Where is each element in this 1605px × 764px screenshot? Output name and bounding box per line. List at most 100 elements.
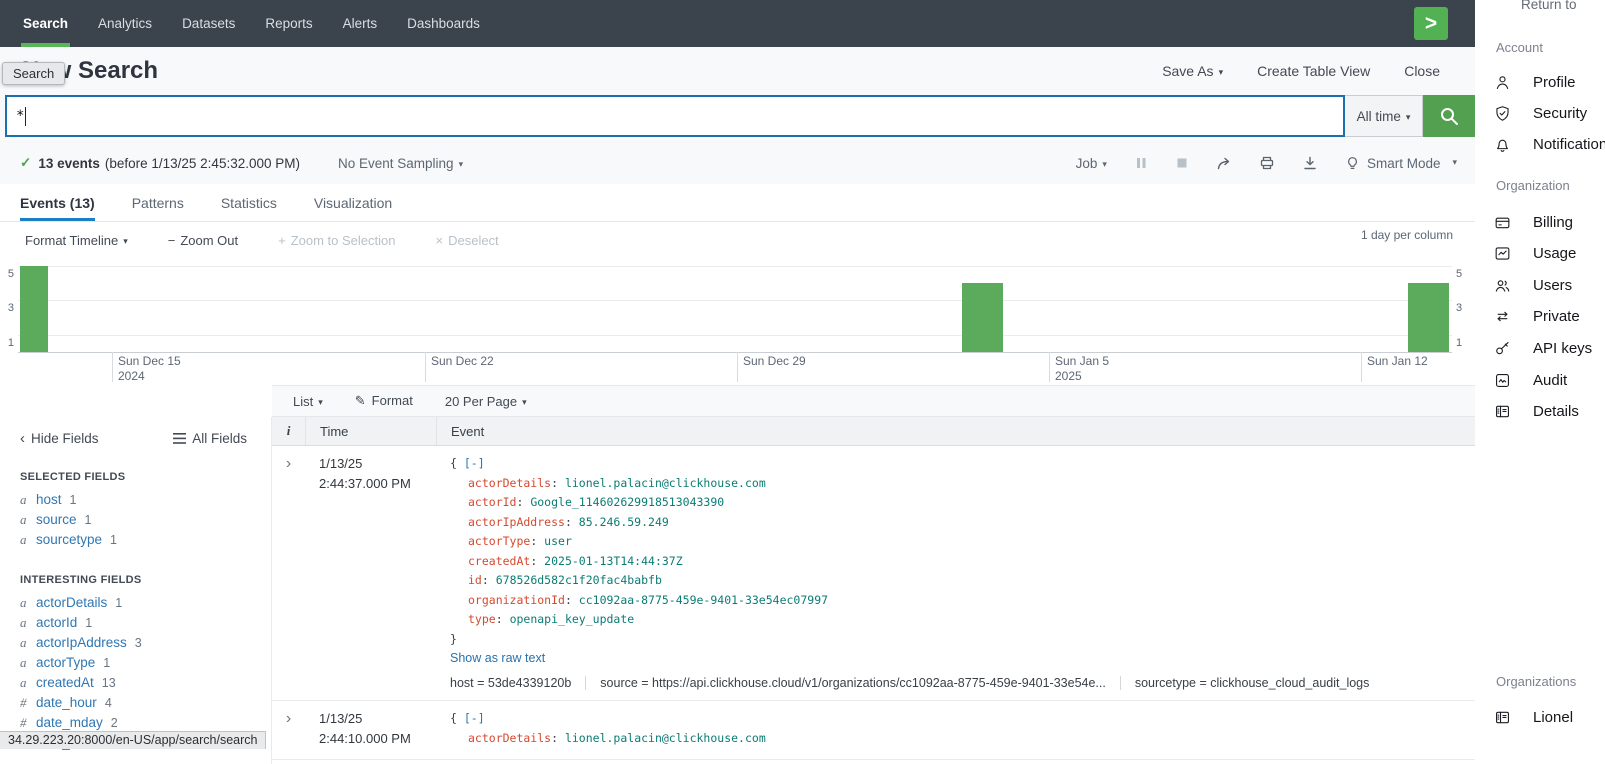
json-key: organizationId xyxy=(468,593,565,607)
print-button[interactable] xyxy=(1259,155,1275,171)
histogram-bar[interactable] xyxy=(962,283,1003,352)
settings-item-label: Security xyxy=(1533,105,1587,122)
field-row: asourcetype1 xyxy=(0,530,271,550)
event-meta-source[interactable]: source = https://api.clickhouse.cloud/v1… xyxy=(585,676,1120,690)
shield-icon xyxy=(1493,104,1512,123)
nav-item-alerts[interactable]: Alerts xyxy=(328,0,393,47)
event-meta-host[interactable]: host = 53de4339120b xyxy=(450,676,585,690)
list-view-dropdown[interactable]: List xyxy=(293,394,323,409)
hide-fields-button[interactable]: Hide Fields xyxy=(20,430,99,447)
timeline-scale-note: 1 day per column xyxy=(1361,228,1453,242)
return-to-link[interactable]: Return to xyxy=(1521,0,1577,12)
settings-item-security[interactable]: Security xyxy=(1493,101,1587,125)
event-sampling-dropdown[interactable]: No Event Sampling xyxy=(338,156,463,171)
nav-item-dashboards[interactable]: Dashboards xyxy=(392,0,495,47)
field-link-actorid[interactable]: actorId xyxy=(36,615,77,631)
field-link-createdat[interactable]: createdAt xyxy=(36,675,94,691)
field-link-sourcetype[interactable]: sourcetype xyxy=(36,532,102,548)
field-link-actortype[interactable]: actorType xyxy=(36,655,95,671)
search-query-text: * xyxy=(16,108,24,124)
settings-item-lionel[interactable]: Lionel xyxy=(1493,705,1573,729)
usage-icon xyxy=(1493,244,1512,263)
clickhouse-settings-panel: Return to AccountProfileSecurityNotifica… xyxy=(1475,0,1605,764)
search-button[interactable] xyxy=(1423,95,1475,137)
event-expand-toggle[interactable]: › xyxy=(272,454,305,690)
settings-item-profile[interactable]: Profile xyxy=(1493,70,1576,94)
x-axis-label-line: 2025 xyxy=(1055,369,1109,384)
format-timeline-dropdown[interactable]: Format Timeline xyxy=(25,233,128,248)
event-expand-toggle[interactable]: › xyxy=(272,709,305,749)
settings-item-notifications[interactable]: Notifications xyxy=(1493,132,1605,156)
json-field-line: type: openapi_key_update xyxy=(450,610,1475,630)
pause-button[interactable] xyxy=(1134,156,1148,170)
settings-item-billing[interactable]: Billing xyxy=(1493,210,1573,234)
stop-button[interactable] xyxy=(1175,156,1189,170)
event-date: 1/13/25 xyxy=(319,709,436,729)
zoom-out-button[interactable]: Zoom Out xyxy=(168,233,238,248)
export-download-button[interactable] xyxy=(1302,155,1318,171)
field-link-date-hour[interactable]: date_hour xyxy=(36,695,97,711)
search-input[interactable]: * xyxy=(5,95,1345,137)
settings-item-api-keys[interactable]: API keys xyxy=(1493,336,1592,360)
histogram-bar[interactable] xyxy=(20,266,48,352)
field-link-date-mday[interactable]: date_mday xyxy=(36,715,103,731)
all-fields-button[interactable]: All Fields xyxy=(173,430,247,447)
json-key: createdAt xyxy=(468,554,530,568)
y-axis-label: 3 xyxy=(1456,302,1470,314)
histogram-bar[interactable] xyxy=(1408,283,1449,352)
settings-item-label: Billing xyxy=(1533,214,1573,231)
save-as-button[interactable]: Save As xyxy=(1162,63,1223,79)
share-button[interactable] xyxy=(1216,156,1232,171)
deselect-button[interactable]: Deselect xyxy=(436,233,499,248)
json-colon: : xyxy=(496,612,510,626)
field-type-icon: a xyxy=(20,675,28,691)
x-axis-label: Sun Jan 12 xyxy=(1367,354,1428,369)
settings-item-usage[interactable]: Usage xyxy=(1493,241,1576,265)
field-type-icon: # xyxy=(20,715,28,731)
json-collapse-toggle[interactable]: [-] xyxy=(464,711,485,725)
field-type-icon: a xyxy=(20,635,28,651)
event-meta-sourcetype[interactable]: sourcetype = clickhouse_cloud_audit_logs xyxy=(1120,676,1384,690)
audit-icon xyxy=(1493,371,1512,390)
settings-item-label: API keys xyxy=(1533,340,1592,357)
event-date: 1/13/25 xyxy=(319,454,436,474)
json-key: id xyxy=(468,573,482,587)
format-timeline-label: Format Timeline xyxy=(25,233,118,248)
settings-item-audit[interactable]: Audit xyxy=(1493,368,1567,392)
event-sampling-label: No Event Sampling xyxy=(338,156,454,171)
json-colon: : xyxy=(516,495,530,509)
nav-item-analytics[interactable]: Analytics xyxy=(83,0,167,47)
field-link-source[interactable]: source xyxy=(36,512,77,528)
zoom-to-selection-button[interactable]: Zoom to Selection xyxy=(278,233,395,248)
settings-item-private[interactable]: Private xyxy=(1493,304,1580,328)
user-icon xyxy=(1493,73,1512,92)
json-collapse-toggle[interactable]: [-] xyxy=(464,456,485,470)
time-range-label: All time xyxy=(1357,109,1411,124)
create-table-view-button[interactable]: Create Table View xyxy=(1257,63,1370,79)
tab-patterns[interactable]: Patterns xyxy=(132,184,184,221)
job-menu-dropdown[interactable]: Job xyxy=(1076,156,1107,171)
field-link-actordetails[interactable]: actorDetails xyxy=(36,595,107,611)
field-type-icon: a xyxy=(20,532,28,548)
json-value: cc1092aa-8775-459e-9401-33e54ec07997 xyxy=(579,593,828,607)
tab-visualization[interactable]: Visualization xyxy=(314,184,392,221)
json-colon: : xyxy=(551,476,565,490)
smart-mode-dropdown[interactable]: Smart Mode xyxy=(1345,156,1457,171)
nav-item-search[interactable]: Search xyxy=(8,0,83,47)
settings-item-users[interactable]: Users xyxy=(1493,273,1572,297)
close-button[interactable]: Close xyxy=(1404,63,1440,79)
tab-events-13[interactable]: Events (13) xyxy=(20,184,95,221)
format-results-button[interactable]: Format xyxy=(355,393,413,409)
per-page-dropdown[interactable]: 20 Per Page xyxy=(445,394,527,409)
field-row: ahost1 xyxy=(0,490,271,510)
time-range-picker[interactable]: All time xyxy=(1345,95,1423,137)
settings-item-details[interactable]: Details xyxy=(1493,399,1579,423)
field-link-host[interactable]: host xyxy=(36,492,62,508)
show-raw-text-link[interactable]: Show as raw text xyxy=(450,651,545,665)
field-link-actoripaddress[interactable]: actorIpAddress xyxy=(36,635,127,651)
splunk-logo[interactable]: > xyxy=(1414,7,1448,40)
nav-item-reports[interactable]: Reports xyxy=(250,0,327,47)
nav-item-datasets[interactable]: Datasets xyxy=(167,0,250,47)
hide-fields-label: Hide Fields xyxy=(31,431,99,446)
tab-statistics[interactable]: Statistics xyxy=(221,184,277,221)
